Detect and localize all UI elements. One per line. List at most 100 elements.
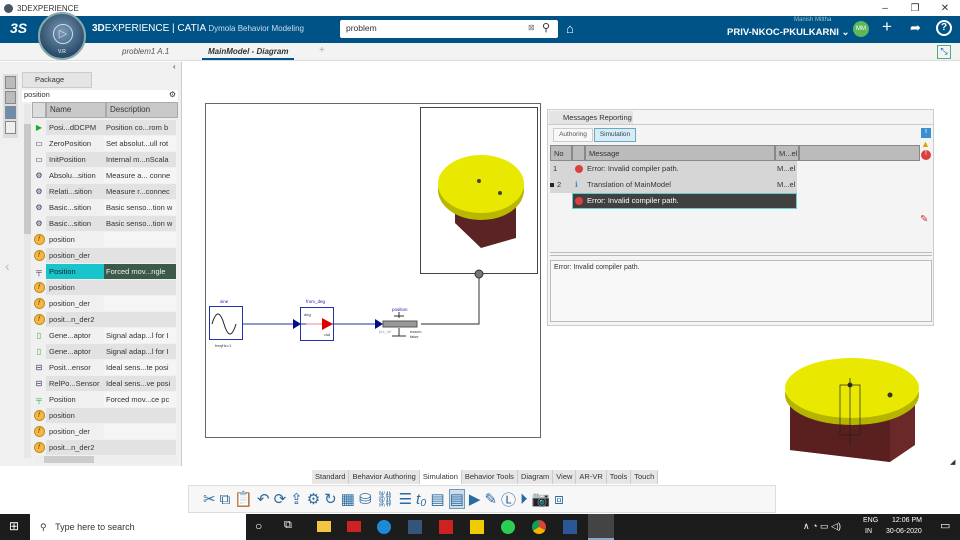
search-options-icon[interactable]: ⚙ [169,90,176,99]
package-search-input[interactable]: position ⚙ [22,90,178,102]
camera-icon[interactable]: 📷 [532,490,551,508]
tray-icons[interactable]: ∧ ◔ ▭ ◁) [803,521,841,532]
list-item[interactable]: ▯ Gene...aptor Signal adap...l for I [32,327,178,343]
update-icon[interactable]: ⟳ [274,490,287,508]
linearize-icon[interactable]: Ⓛ [501,489,516,510]
toolbar-tab-behavior-authoring[interactable]: Behavior Authoring [349,470,420,484]
3d-model-viewport[interactable] [780,350,930,470]
database-icon[interactable]: ⛁ [359,490,372,508]
app-icon-red[interactable] [347,521,361,532]
collapse-icon[interactable]: ⤡ [937,45,951,59]
message-row[interactable]: 1 Error: Invalid compiler path. M...el [550,161,797,177]
toolbar-tab-tools[interactable]: Tools [606,470,632,484]
close-button[interactable]: ✕ [930,3,960,14]
layers-icon[interactable]: ⧈ [554,491,564,508]
undo-icon[interactable]: ↶ [257,490,270,508]
script-icon[interactable]: ▶ [469,490,481,508]
chrome-icon[interactable] [532,520,546,534]
list-item[interactable]: f position [32,231,178,247]
export-icon[interactable]: ⇪ [290,490,303,508]
copy-icon[interactable]: ⧉ [220,491,231,508]
toolbar-tab-diagram[interactable]: Diagram [517,470,554,484]
info-filter-icon[interactable]: i [921,128,931,138]
compass[interactable]: ▷ V.R [38,12,86,60]
app-icon[interactable] [439,520,453,534]
list-item[interactable]: ╤ Position Forced mov...ngle [32,263,178,279]
log-icon[interactable]: ▤ [448,489,465,509]
vertical-scrollbar[interactable] [24,104,31,458]
cortana-icon[interactable]: ○ [255,519,262,533]
avatar[interactable]: MM [853,21,869,37]
toolbar-tab-standard[interactable]: Standard [312,470,350,484]
list-item[interactable]: f position_der [32,295,178,311]
clock-date[interactable]: 30-06-2020 [886,528,922,535]
tenant-selector[interactable]: PRIV-NKOC-PKULKARNI ⌄ [727,27,850,38]
tree-toggle-icon[interactable] [550,183,554,187]
settings-icon[interactable]: ⚙ [307,490,320,508]
panel-collapse-icon[interactable]: ‹ [173,62,176,71]
toolbar-tab-ar-vr[interactable]: AR-VR [576,470,607,484]
taskbar-search[interactable]: ⚲ Type here to search [30,514,246,540]
plot-icon[interactable]: ▤ [431,490,445,508]
col-description[interactable]: Description [106,102,178,118]
col-name[interactable]: Name [46,102,106,118]
paste-icon[interactable]: 📋 [234,490,253,508]
animation-icon[interactable]: ▦ [341,490,355,508]
minimize-button[interactable]: – [870,3,900,14]
error-filter-icon[interactable]: ! [921,150,931,160]
side-tool-icon[interactable] [5,91,16,104]
list-item[interactable]: ⊟ Posit...ensor Ideal sens...te posi [32,359,178,375]
warning-filter-icon[interactable]: ▲ [921,139,930,149]
app-icon[interactable] [408,520,422,534]
windows-start-icon[interactable]: ⊞ [9,519,19,533]
maximize-button[interactable]: ❐ [900,3,930,14]
simulate-icon[interactable]: ⏵ [520,491,528,508]
add-icon[interactable]: + [882,17,892,37]
task-view-icon[interactable]: ⧉ [284,519,292,532]
tab-problem[interactable]: problem1 A.1 [122,47,169,56]
toolbar-tab-touch[interactable]: Touch [631,470,659,484]
list-item[interactable]: ▭ ZeroPosition Set absolut...ull rot [32,135,178,151]
run-list-icon[interactable]: ☰ [399,490,412,508]
list-item[interactable]: f position_der [32,423,178,439]
list-item[interactable]: ╤ Position Forced mov...ce pc [32,391,178,407]
tab-main-model-diagram[interactable]: MainModel - Diagram [202,45,295,60]
toolbar-tab-simulation[interactable]: Simulation [419,470,462,484]
play-icon[interactable]: ▷ [53,24,73,44]
file-explorer-icon[interactable] [317,521,331,532]
toolbar-tab-view[interactable]: View [553,470,577,484]
col-no[interactable]: No [550,145,572,161]
list-item[interactable]: ⚙ Relati...sition Measure r...connec [32,183,178,199]
col-message[interactable]: Message [585,145,775,161]
splitter[interactable] [550,252,932,256]
package-browser-tab[interactable]: Package Browser [22,72,92,98]
message-row-selected[interactable]: Error: Invalid compiler path. [572,193,797,209]
edit-script-icon[interactable]: ✎ [484,490,497,508]
diagram-canvas[interactable]: sine freqHz=1 deg rad from_deg position p… [205,103,541,438]
horizontal-scrollbar[interactable] [34,456,178,463]
list-item[interactable]: f position_der [32,247,178,263]
help-icon[interactable]: ? [936,20,952,36]
col-type[interactable] [572,145,585,161]
t0-icon[interactable]: t₀ [416,491,427,508]
search-icon[interactable]: ⚲ [542,21,550,34]
list-item[interactable]: f posit...n_der2 [32,311,178,327]
message-row[interactable]: 2 ℹ Translation of MainModel M...el [550,177,797,193]
list-item[interactable]: ▭ InitPosition Internal m...nScala [32,151,178,167]
tab-simulation[interactable]: Simulation [594,128,636,142]
tab-authoring[interactable]: Authoring [553,128,593,142]
side-tool-icon[interactable] [5,76,16,89]
tag-icon[interactable]: ⌂ [566,21,574,36]
whatsapp-icon[interactable] [501,520,515,534]
side-tool-icon[interactable] [5,106,16,119]
from-deg-block[interactable]: deg rad [300,307,334,341]
region[interactable]: IN [865,528,872,535]
col-model[interactable]: M...el [775,145,799,161]
clock-time[interactable]: 12:06 PM [892,517,922,524]
notifications-icon[interactable]: ▭ [940,519,950,532]
add-tab-button[interactable]: + [319,45,325,56]
list-item[interactable]: ⊟ RelPo...Sensor Ideal sens...ve posi [32,375,178,391]
list-item[interactable]: ▶ Posi...dDCPM Position co...rom b [32,119,178,135]
resize-corner-icon[interactable]: ◢ [950,458,955,466]
compass-vr-label[interactable]: V.R [58,49,66,55]
